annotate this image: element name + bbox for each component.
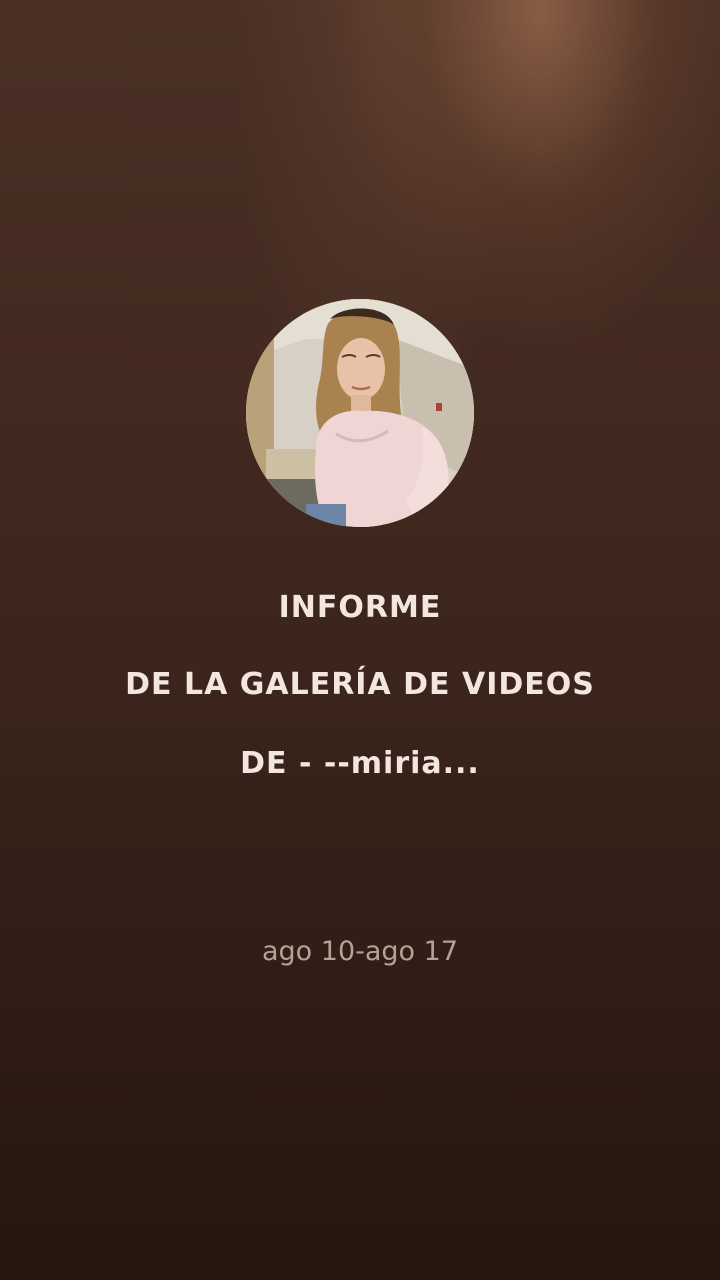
profile-avatar — [246, 299, 474, 527]
report-title-line-3: DE - --miria... — [240, 746, 480, 781]
report-title-line-2: DE LA GALERÍA DE VIDEOS — [125, 667, 595, 702]
date-range: ago 10-ago 17 — [261, 936, 459, 967]
report-cover: INFORME DE LA GALERÍA DE VIDEOS DE - --m… — [0, 0, 720, 1280]
profile-photo — [246, 299, 474, 527]
report-title-line-1: INFORME — [278, 590, 442, 625]
